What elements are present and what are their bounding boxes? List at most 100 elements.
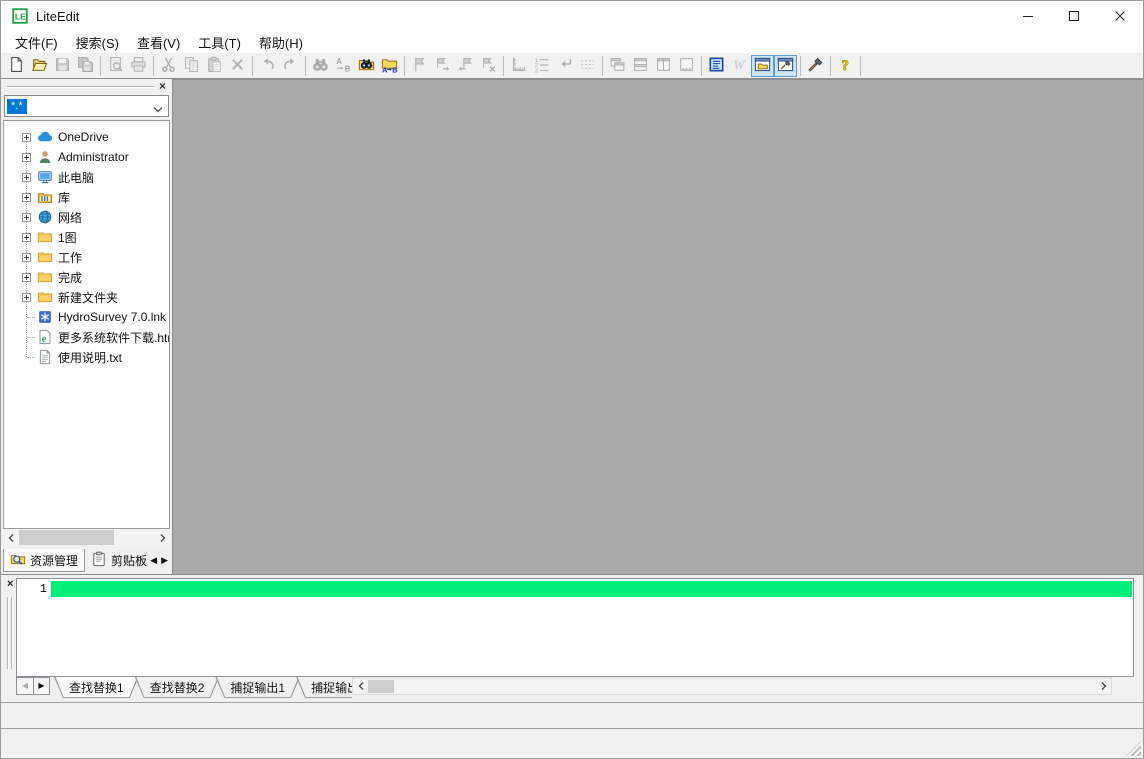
print-button[interactable] (127, 55, 150, 77)
bottom-tab-find-replace-2[interactable]: 查找替换2 (135, 677, 220, 698)
bottom-tab-find-replace-1[interactable]: 查找替换1 (54, 677, 139, 698)
tab-prev-icon[interactable]: ◀ (17, 678, 33, 694)
window-controls (1005, 1, 1143, 31)
sidebar-horizontal-scrollbar[interactable] (3, 529, 170, 546)
wrap-w-button[interactable]: W (728, 55, 751, 77)
previous-bookmark-button[interactable] (454, 55, 477, 77)
save-file-button[interactable] (51, 55, 74, 77)
bottom-tab-nav: ◀▶ (16, 677, 50, 695)
help-button[interactable]: ? (834, 55, 857, 77)
replace-button[interactable]: AB (332, 55, 355, 77)
tile-horizontal-button[interactable] (629, 55, 652, 77)
explorer-panel-toggle-button[interactable] (751, 55, 774, 77)
toolbar-separator (800, 56, 801, 76)
clear-bookmarks-button[interactable] (477, 55, 500, 77)
expand-toggle-icon[interactable] (22, 233, 31, 242)
find-button[interactable] (309, 55, 332, 77)
maximize-button[interactable] (1051, 1, 1097, 31)
tools-button[interactable] (804, 55, 827, 77)
expand-toggle-icon[interactable] (22, 193, 31, 202)
expand-toggle-icon[interactable] (22, 253, 31, 262)
close-button[interactable] (1097, 1, 1143, 31)
copy-button[interactable] (180, 55, 203, 77)
document-map-button[interactable] (705, 55, 728, 77)
tree-item-folder-gongzuo[interactable]: 工作 (4, 247, 169, 267)
chevron-down-icon[interactable] (153, 103, 163, 117)
delete-button[interactable] (226, 55, 249, 77)
file-filter-combobox[interactable]: *.* (4, 95, 169, 117)
tab-scroll-left-icon[interactable]: ◀ (149, 554, 158, 567)
expand-toggle-icon[interactable] (22, 153, 31, 162)
scrollbar-thumb[interactable] (19, 530, 114, 545)
tree-item-label: 此电脑 (58, 169, 94, 186)
line-numbers-button[interactable]: 123 (530, 55, 553, 77)
new-file-button[interactable] (5, 55, 28, 77)
show-whitespace-button[interactable] (576, 55, 599, 77)
next-bookmark-button[interactable] (431, 55, 454, 77)
bottom-tabs: 查找替换1查找替换2捕捉输出1捕捉输出2 (54, 677, 352, 698)
help-menu[interactable]: 帮助(H) (250, 31, 312, 54)
tree-item-administrator[interactable]: Administrator (4, 147, 169, 167)
expand-toggle-icon[interactable] (22, 293, 31, 302)
file-menu[interactable]: 文件(F) (6, 31, 67, 54)
undo-button[interactable] (256, 55, 279, 77)
sidebar-grip[interactable] (7, 86, 154, 88)
search-menu[interactable]: 搜索(S) (67, 31, 128, 54)
open-file-button[interactable] (28, 55, 51, 77)
word-wrap-button[interactable] (553, 55, 576, 77)
sidebar-tab-clipboard[interactable]: 剪贴板 (85, 549, 153, 572)
print-preview-button[interactable] (104, 55, 127, 77)
bottom-panel-grip[interactable] (7, 597, 13, 669)
tile-vertical-icon (655, 56, 672, 76)
find-in-files-button[interactable] (355, 55, 378, 77)
replace-in-files-button[interactable]: AB (378, 55, 401, 77)
expand-toggle-icon[interactable] (22, 173, 31, 182)
scrollbar-thumb[interactable] (368, 680, 394, 693)
view-menu[interactable]: 查看(V) (128, 31, 189, 54)
output-editor[interactable]: 1 (16, 578, 1134, 677)
bottom-panel-close-icon[interactable]: × (5, 578, 15, 590)
tree-item-hydrosurvey-lnk[interactable]: HydroSurvey 7.0.lnk (4, 307, 169, 327)
bottom-tab-capture-output-2[interactable]: 捕捉输出2 (296, 677, 352, 698)
folder-icon (37, 289, 53, 305)
tree-item-download-htm[interactable]: e更多系统软件下载.htm (4, 327, 169, 347)
expand-toggle-icon[interactable] (22, 133, 31, 142)
ruler-icon (510, 56, 527, 76)
expand-toggle-icon[interactable] (22, 273, 31, 282)
sidebar-tab-explorer[interactable]: 资源管理 (3, 549, 85, 572)
tree-item-folder-new[interactable]: 新建文件夹 (4, 287, 169, 307)
expand-toggle-icon[interactable] (22, 213, 31, 222)
resize-grip[interactable] (1126, 741, 1141, 756)
output-horizontal-scrollbar[interactable] (352, 678, 1112, 695)
paste-button[interactable] (203, 55, 226, 77)
tile-vertical-button[interactable] (652, 55, 675, 77)
scroll-left-icon[interactable] (4, 530, 18, 545)
redo-button[interactable] (279, 55, 302, 77)
minimize-button[interactable] (1005, 1, 1051, 31)
tree-item-onedrive[interactable]: OneDrive (4, 127, 169, 147)
ruler-button[interactable] (507, 55, 530, 77)
tree-item-libraries[interactable]: 库 (4, 187, 169, 207)
tab-scroll-right-icon[interactable]: ▶ (160, 554, 169, 567)
bottom-tab-capture-output-1[interactable]: 捕捉输出1 (215, 677, 300, 698)
bottom-panel: × 1 ◀▶ 查找替换1查找替换2捕捉输出1捕捉输出2 (1, 574, 1143, 702)
arrange-icons-button[interactable] (675, 55, 698, 77)
tools-menu[interactable]: 工具(T) (189, 31, 250, 54)
sidebar-close-icon[interactable]: × (157, 79, 168, 94)
cascade-windows-button[interactable] (606, 55, 629, 77)
tree-item-readme-txt[interactable]: 使用说明.txt (4, 347, 169, 367)
tree-item-this-pc[interactable]: 此电脑 (4, 167, 169, 187)
tree-item-folder-1tu[interactable]: 1图 (4, 227, 169, 247)
hammer-icon (807, 56, 824, 76)
active-line-highlight[interactable] (51, 581, 1132, 597)
tree-item-folder-wancheng[interactable]: 完成 (4, 267, 169, 287)
scroll-left-icon[interactable] (354, 679, 368, 693)
cut-button[interactable] (157, 55, 180, 77)
scroll-right-icon[interactable] (1096, 679, 1110, 693)
tree-item-network[interactable]: 网络 (4, 207, 169, 227)
toggle-bookmark-button[interactable] (408, 55, 431, 77)
tab-next-icon[interactable]: ▶ (33, 678, 49, 694)
output-panel-toggle-button[interactable] (774, 55, 797, 77)
scroll-right-icon[interactable] (155, 530, 169, 545)
save-all-button[interactable] (74, 55, 97, 77)
